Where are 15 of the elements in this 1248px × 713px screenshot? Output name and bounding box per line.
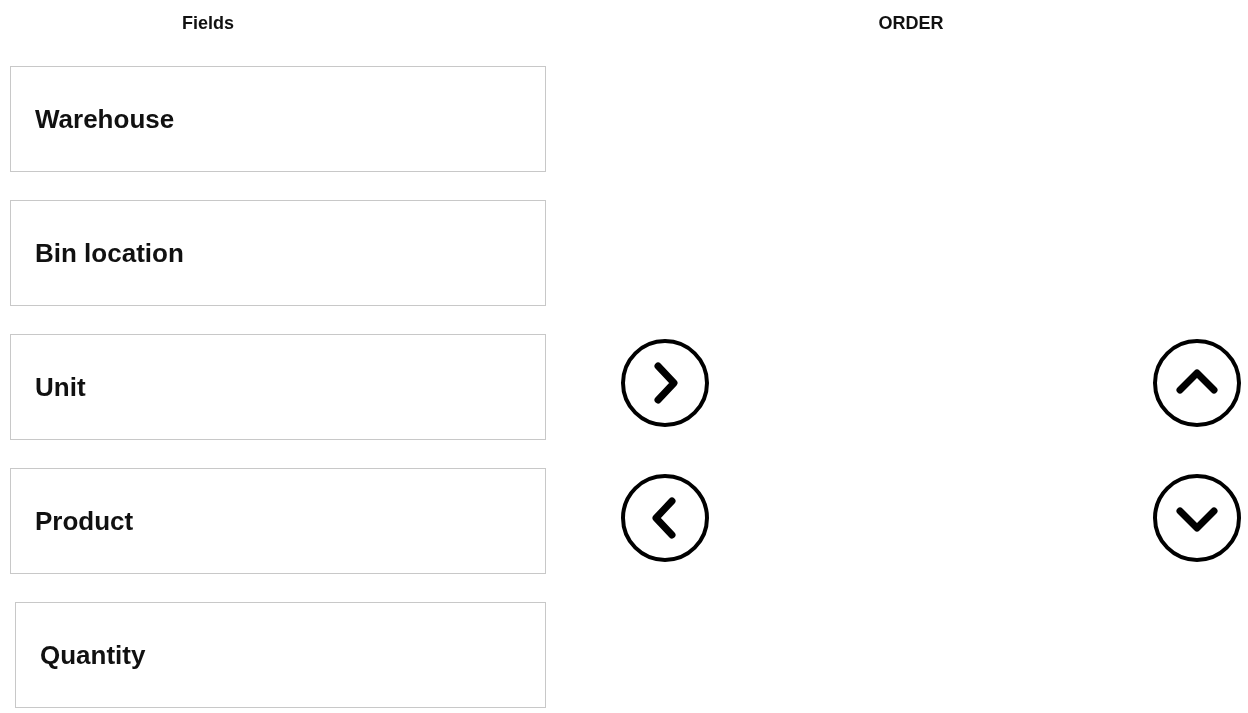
field-item[interactable]: Unit xyxy=(10,334,546,440)
move-right-button[interactable] xyxy=(620,338,710,428)
chevron-down-icon xyxy=(1152,473,1242,563)
move-up-button[interactable] xyxy=(1152,338,1242,428)
field-item[interactable]: Bin location xyxy=(10,200,546,306)
field-item[interactable]: Quantity xyxy=(15,602,546,708)
field-item[interactable]: Product xyxy=(10,468,546,574)
column-heading: ORDER xyxy=(877,12,945,34)
chevron-right-icon xyxy=(620,338,710,428)
chevron-left-icon xyxy=(620,473,710,563)
column-heading: Fields xyxy=(181,12,235,34)
move-left-button[interactable] xyxy=(620,473,710,563)
move-down-button[interactable] xyxy=(1152,473,1242,563)
chevron-up-icon xyxy=(1152,338,1242,428)
field-item[interactable]: Warehouse xyxy=(10,66,546,172)
